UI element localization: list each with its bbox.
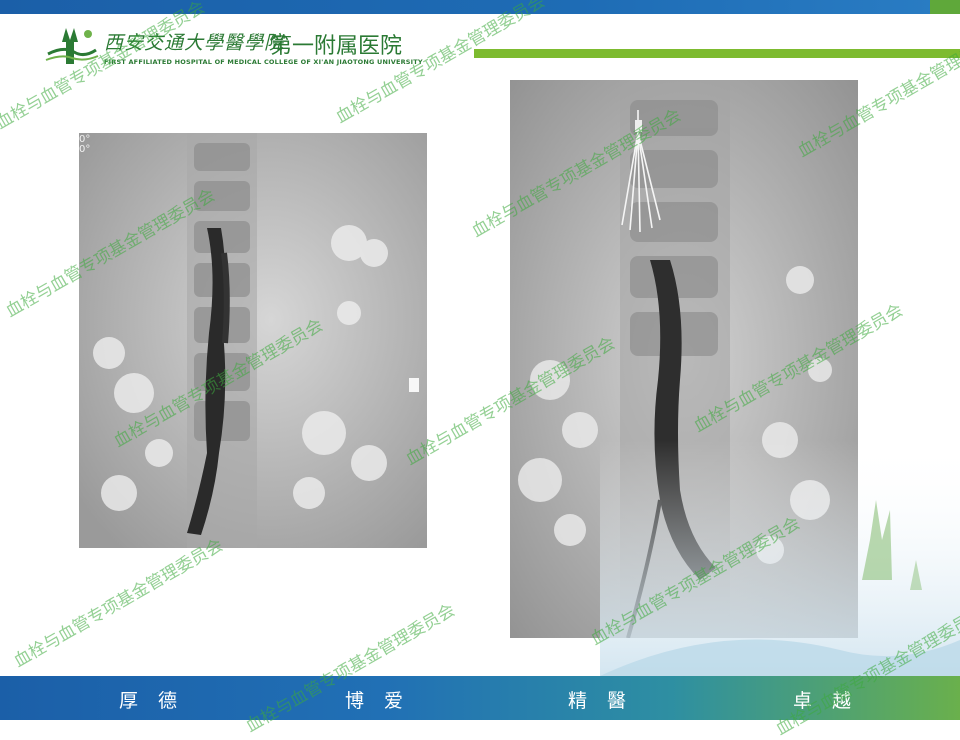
- motto-item-1: 厚德: [119, 690, 198, 712]
- motto-item-3: 精醫: [568, 690, 647, 712]
- hospital-emblem-icon: [45, 28, 99, 64]
- motto-item-4: 卓越: [793, 690, 872, 712]
- xray-image-before: 0° 0°: [79, 133, 427, 548]
- logo-english-name: FIRST AFFILIATED HOSPITAL OF MEDICAL COL…: [104, 58, 423, 66]
- decorative-landscape-graphic: [600, 440, 960, 676]
- motto-item-2: 博爱: [345, 690, 424, 712]
- top-green-accent: [930, 0, 960, 14]
- hospital-logo: 西安交通大學醫學院 第一附属医院 FIRST AFFILIATED HOSPIT…: [44, 24, 444, 74]
- corner-label-line-2: 0°: [79, 144, 91, 155]
- top-blue-bar: [0, 0, 960, 14]
- header-green-rule: [474, 49, 960, 58]
- logo-chinese-university-name: 西安交通大學醫學院: [104, 32, 285, 54]
- logo-chinese-hospital-name: 第一附属医院: [270, 34, 403, 59]
- watermark: 血栓与血管专项基金管理委员会: [10, 535, 227, 672]
- xray-corner-label: 0° 0°: [79, 135, 90, 155]
